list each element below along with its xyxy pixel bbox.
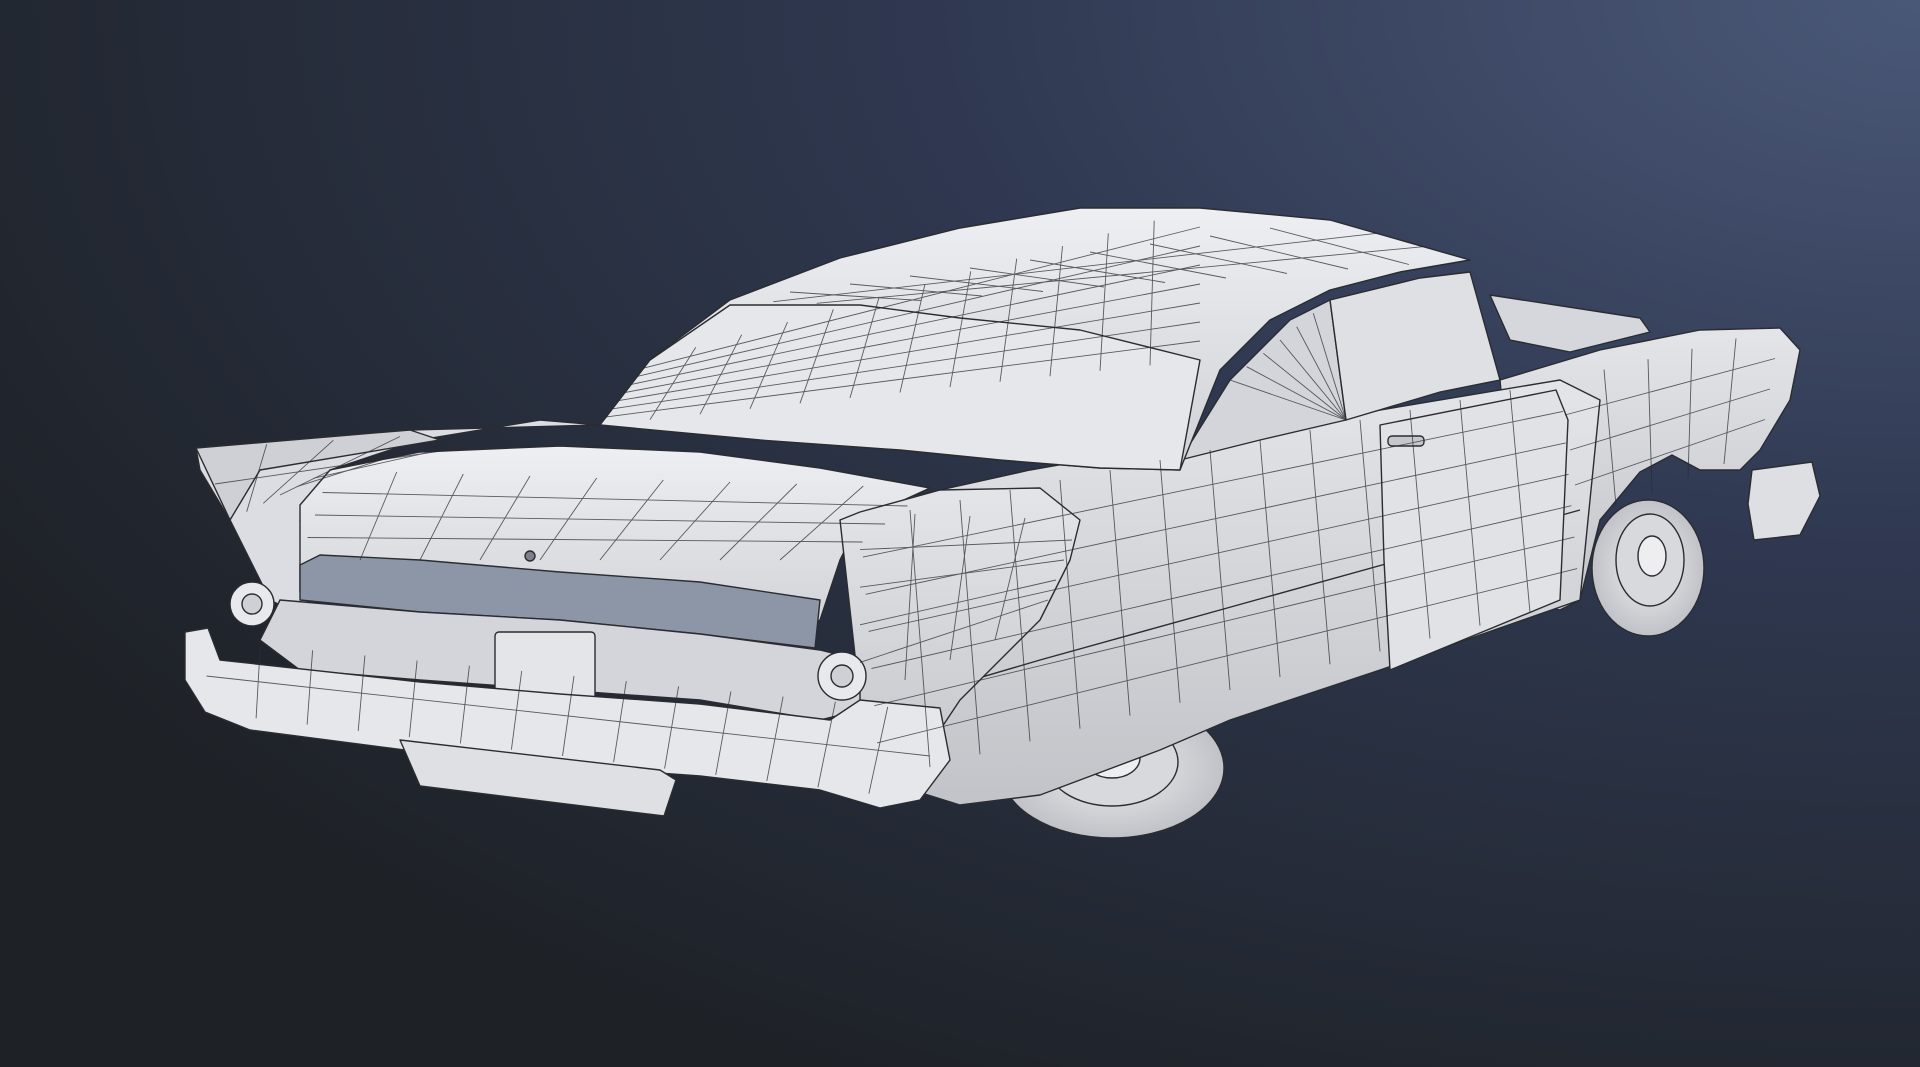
front-tire xyxy=(1591,499,1705,637)
right-tail-light-lens xyxy=(830,664,854,688)
scene-svg xyxy=(0,0,1920,1067)
left-tail-light-lens xyxy=(241,593,263,615)
trunk-keyhole-icon xyxy=(524,550,536,562)
render-viewport xyxy=(0,0,1920,1067)
